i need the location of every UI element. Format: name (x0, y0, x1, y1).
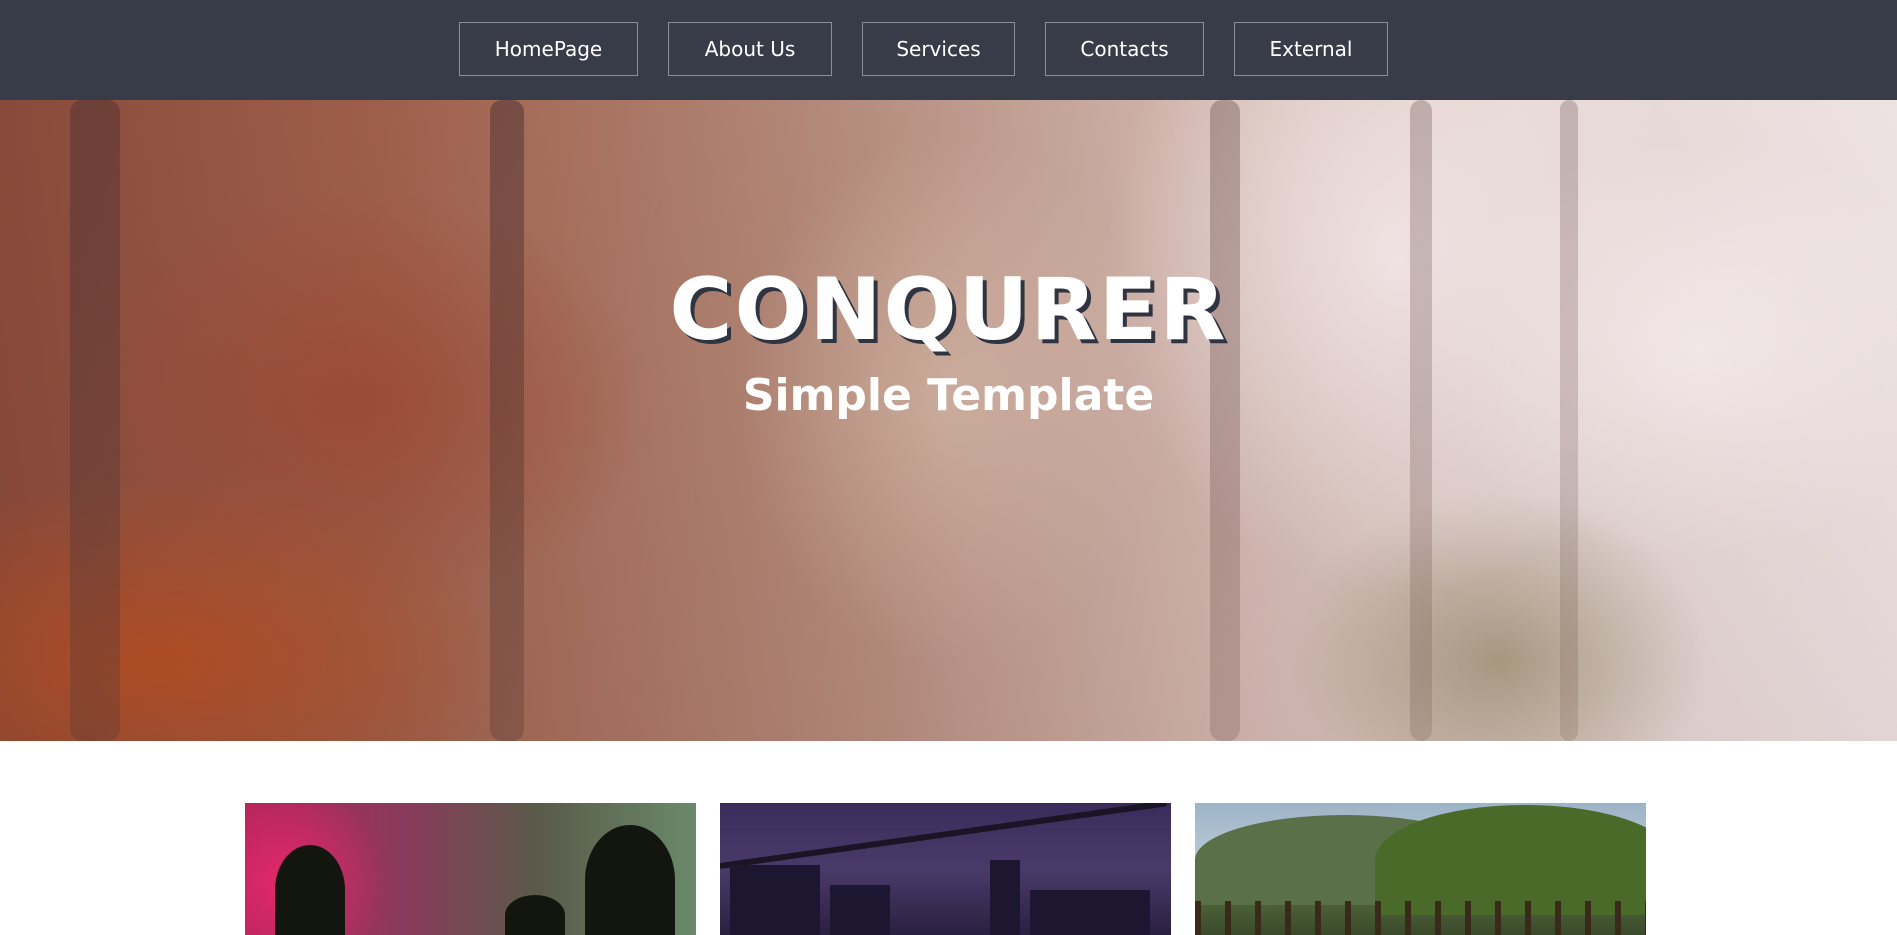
nav-contacts-button[interactable]: Contacts (1045, 22, 1204, 76)
navbar: HomePage About Us Services Contacts Exte… (0, 0, 1897, 100)
gallery-image-bridge-landscape[interactable] (1195, 803, 1646, 935)
tree-silhouette (505, 895, 565, 935)
hero-title: CONQURER (669, 260, 1228, 360)
nav-external-button[interactable]: External (1234, 22, 1388, 76)
hero-banner: CONQURER Simple Template (0, 100, 1897, 741)
bridge-silhouette (720, 803, 1168, 869)
hero-subtitle: Simple Template (742, 370, 1155, 421)
hill-shape (1375, 805, 1646, 915)
nav-homepage-button[interactable]: HomePage (459, 22, 638, 76)
bridge-railing (1195, 901, 1646, 935)
nav-about-us-button[interactable]: About Us (668, 22, 832, 76)
city-skyline (1030, 890, 1150, 935)
city-skyline (830, 885, 890, 935)
nav-services-button[interactable]: Services (862, 22, 1015, 76)
gallery-image-city-bridge[interactable] (720, 803, 1171, 935)
tree-silhouette (275, 845, 345, 935)
city-skyline (990, 860, 1020, 935)
city-skyline (730, 865, 820, 935)
gallery-image-aurora[interactable] (245, 803, 696, 935)
tree-silhouette (585, 825, 675, 935)
